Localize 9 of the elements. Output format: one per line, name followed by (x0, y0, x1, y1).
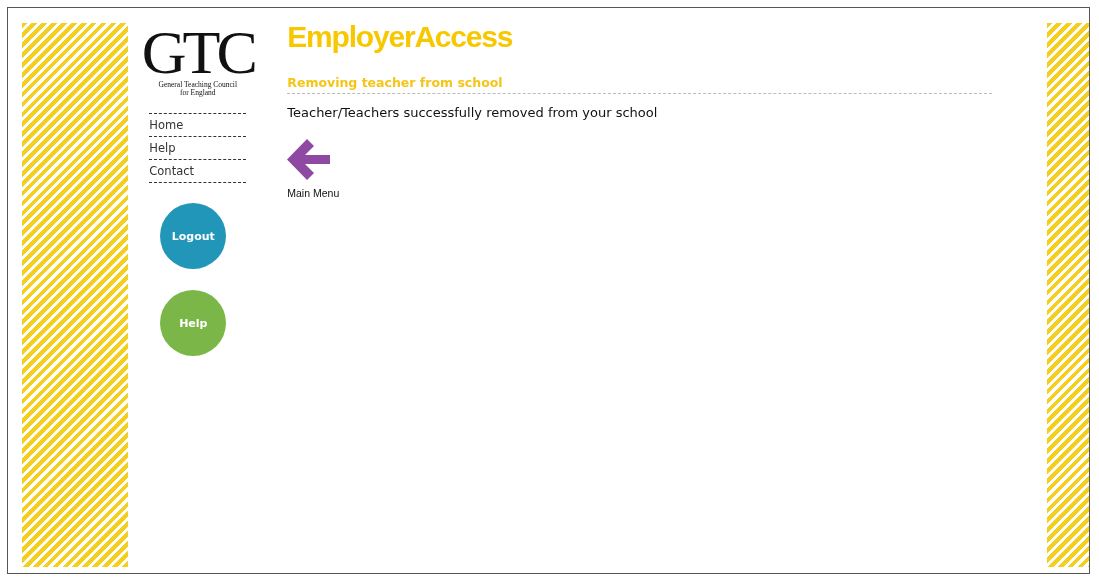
nav-link[interactable]: Contact (149, 160, 247, 183)
app-title: EmployerAccess (287, 19, 513, 55)
main-menu-link[interactable]: Main Menu (287, 138, 340, 199)
left-arrow-icon (287, 138, 331, 181)
logo-mark: GTC (141, 23, 254, 81)
status-message: Teacher/Teachers successfully removed from your school (287, 105, 658, 120)
nav-link[interactable]: Help (149, 137, 247, 160)
page-heading: Removing teacher from school (287, 75, 993, 94)
nav-link[interactable]: Home (149, 114, 247, 137)
